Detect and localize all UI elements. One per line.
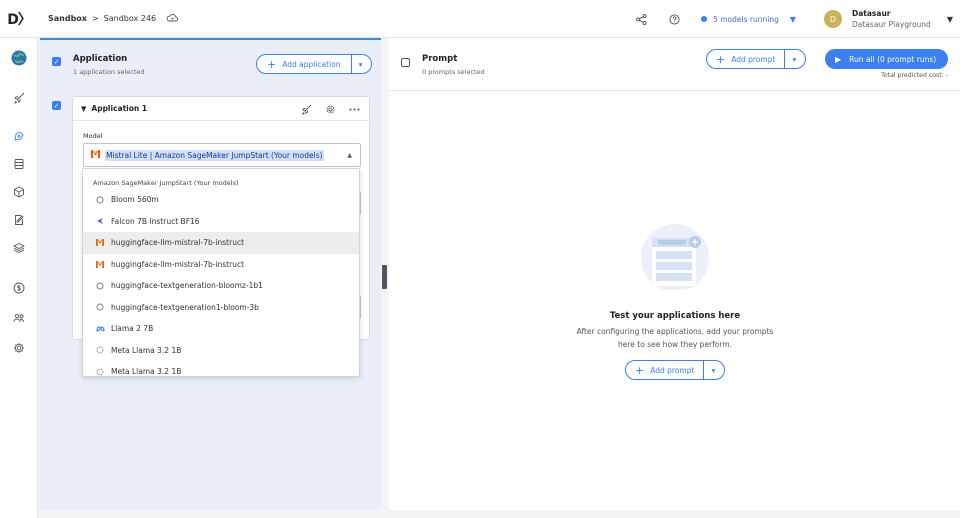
model-select[interactable]: Mistral Lite | Amazon SageMaker JumpStar… — [83, 143, 361, 167]
collapse-triangle-icon[interactable]: ▼ — [81, 105, 86, 113]
bloom-icon — [95, 303, 105, 311]
divider — [389, 90, 960, 91]
llama-icon — [95, 346, 105, 354]
cloud-sync-icon — [166, 13, 179, 24]
list-item[interactable]: Bloom 560m — [83, 189, 359, 211]
list-item-label: Falcon 7B Instruct BF16 — [111, 216, 200, 226]
layers-icon[interactable] — [11, 240, 27, 256]
run-all-label: Run all (0 prompt runs) — [849, 54, 937, 64]
mistral-icon — [95, 239, 105, 247]
llama-icon — [95, 368, 105, 376]
list-item[interactable]: huggingface-textgeneration-bloomz-1b1 — [83, 275, 359, 297]
chevron-down-icon[interactable]: ▾ — [704, 361, 722, 379]
dropdown-group-label: Amazon SageMaker JumpStart (Your models) — [93, 179, 239, 187]
list-item-label: huggingface-textgeneration-bloomz-1b1 — [111, 281, 263, 291]
plus-icon: + — [635, 363, 645, 377]
empty-state: Test your applications here After config… — [570, 224, 780, 380]
play-icon: ▶ — [835, 54, 842, 64]
chevron-down-icon[interactable]: ▾ — [785, 50, 803, 68]
prompt-title: Prompt — [422, 54, 458, 64]
empty-state-illustration — [639, 224, 711, 292]
application-subtitle: 1 application selected — [73, 68, 145, 76]
status-dot-icon — [701, 16, 708, 22]
plus-icon: + — [267, 57, 277, 71]
breadcrumb-root[interactable]: Sandbox — [48, 14, 87, 23]
deploy-rocket-icon[interactable] — [299, 102, 313, 116]
list-item[interactable]: huggingface-llm-mistral-7b-instruct — [83, 232, 359, 254]
models-running-label: 5 models running — [713, 14, 779, 24]
list-item-label: Meta Llama 3.2 1B — [111, 367, 182, 377]
gear-icon[interactable] — [323, 102, 337, 116]
list-item[interactable]: huggingface-llm-mistral-7b-instruct — [83, 254, 359, 276]
user-name: Datasaur — [852, 9, 891, 18]
model-label: Model — [83, 132, 103, 140]
add-application-label: Add application — [282, 59, 341, 69]
prompt-subtitle: 0 prompts selected — [422, 68, 485, 76]
database-icon[interactable] — [11, 156, 27, 172]
select-all-applications-checkbox[interactable]: ✓ — [52, 57, 61, 66]
bloom-icon — [95, 282, 105, 290]
list-item[interactable]: huggingface-textgeneration1-bloom-3b — [83, 297, 359, 319]
avatar: D — [824, 10, 842, 28]
list-item[interactable]: Meta Llama 3.2 1B — [83, 340, 359, 362]
bloom-icon — [95, 196, 105, 204]
prompt-panel: Prompt 0 prompts selected + Add prompt ▾ … — [389, 38, 960, 510]
billing-icon[interactable] — [11, 280, 27, 296]
sidebar — [0, 38, 38, 518]
list-item-label: huggingface-textgeneration1-bloom-3b — [111, 302, 259, 312]
list-item-label: Meta Llama 3.2 1B — [111, 345, 182, 355]
workspace-name: Datasaur Playground — [852, 20, 931, 29]
select-all-prompts-checkbox[interactable] — [401, 58, 410, 67]
rocket-icon[interactable] — [11, 90, 27, 106]
empty-add-prompt-label: Add prompt — [650, 365, 695, 375]
help-icon[interactable] — [666, 11, 682, 27]
chevron-down-icon: ▼ — [946, 14, 953, 24]
globe-icon[interactable] — [11, 50, 27, 66]
total-predicted-cost: Total predicted cost: - — [881, 72, 948, 79]
run-all-button[interactable]: ▶ Run all (0 prompt runs) — [825, 49, 948, 69]
breadcrumb-separator: > — [91, 14, 99, 23]
share-icon[interactable] — [633, 11, 649, 27]
empty-state-title: Test your applications here — [609, 311, 741, 321]
falcon-icon — [95, 217, 105, 225]
add-prompt-label: Add prompt — [731, 54, 776, 64]
selected-model-text: Mistral Lite | Amazon SageMaker JumpStar… — [105, 149, 324, 161]
team-icon[interactable] — [11, 310, 27, 326]
edit-document-icon[interactable] — [11, 212, 27, 228]
add-application-button[interactable]: + Add application ▾ — [256, 54, 372, 74]
breadcrumb: Sandbox > Sandbox 246 — [48, 13, 179, 24]
chevron-down-icon: ▼ — [789, 14, 796, 24]
playground-icon[interactable] — [11, 128, 27, 144]
breadcrumb-current: Sandbox 246 — [103, 14, 157, 23]
list-item-label: huggingface-llm-mistral-7b-instruct — [111, 259, 245, 269]
chevron-up-icon: ▲ — [347, 151, 352, 159]
list-item[interactable]: Llama 2 7B — [83, 318, 359, 340]
list-item[interactable]: Meta Llama 3.2 1B — [83, 361, 359, 377]
model-dropdown-list: Amazon SageMaker JumpStart (Your models)… — [82, 168, 360, 377]
meta-icon — [95, 326, 105, 332]
add-prompt-button[interactable]: + Add prompt ▾ — [706, 49, 806, 69]
models-running-dropdown[interactable]: 5 models running ▼ — [701, 15, 796, 24]
bottom-gutter — [38, 510, 960, 518]
datasaur-logo[interactable]: D〉 — [0, 0, 38, 38]
application-title: Application — [73, 54, 128, 64]
chevron-down-icon[interactable]: ▾ — [352, 55, 370, 73]
plus-icon: + — [716, 52, 726, 66]
list-item-label: huggingface-llm-mistral-7b-instruct — [111, 238, 245, 248]
list-item[interactable]: Falcon 7B Instruct BF16 — [83, 211, 359, 233]
list-item-label: Llama 2 7B — [111, 324, 154, 334]
cube-icon[interactable] — [11, 184, 27, 200]
mistral-icon — [95, 260, 105, 268]
mistral-icon — [91, 150, 100, 160]
list-item-label: Bloom 560m — [111, 195, 159, 205]
resize-handle[interactable] — [382, 265, 387, 289]
empty-add-prompt-button[interactable]: + Add prompt ▾ — [625, 360, 725, 380]
application-card-title: Application 1 — [91, 104, 148, 113]
application-1-checkbox[interactable]: ✓ — [52, 101, 61, 110]
user-menu[interactable]: D Datasaur Datasaur Playground ▼ — [824, 0, 960, 38]
more-options-icon[interactable] — [347, 102, 361, 116]
empty-state-text: After configuring the applications, add … — [576, 327, 774, 349]
top-bar: D〉 Sandbox > Sandbox 246 5 models runnin… — [0, 0, 960, 38]
settings-icon[interactable] — [11, 340, 27, 356]
